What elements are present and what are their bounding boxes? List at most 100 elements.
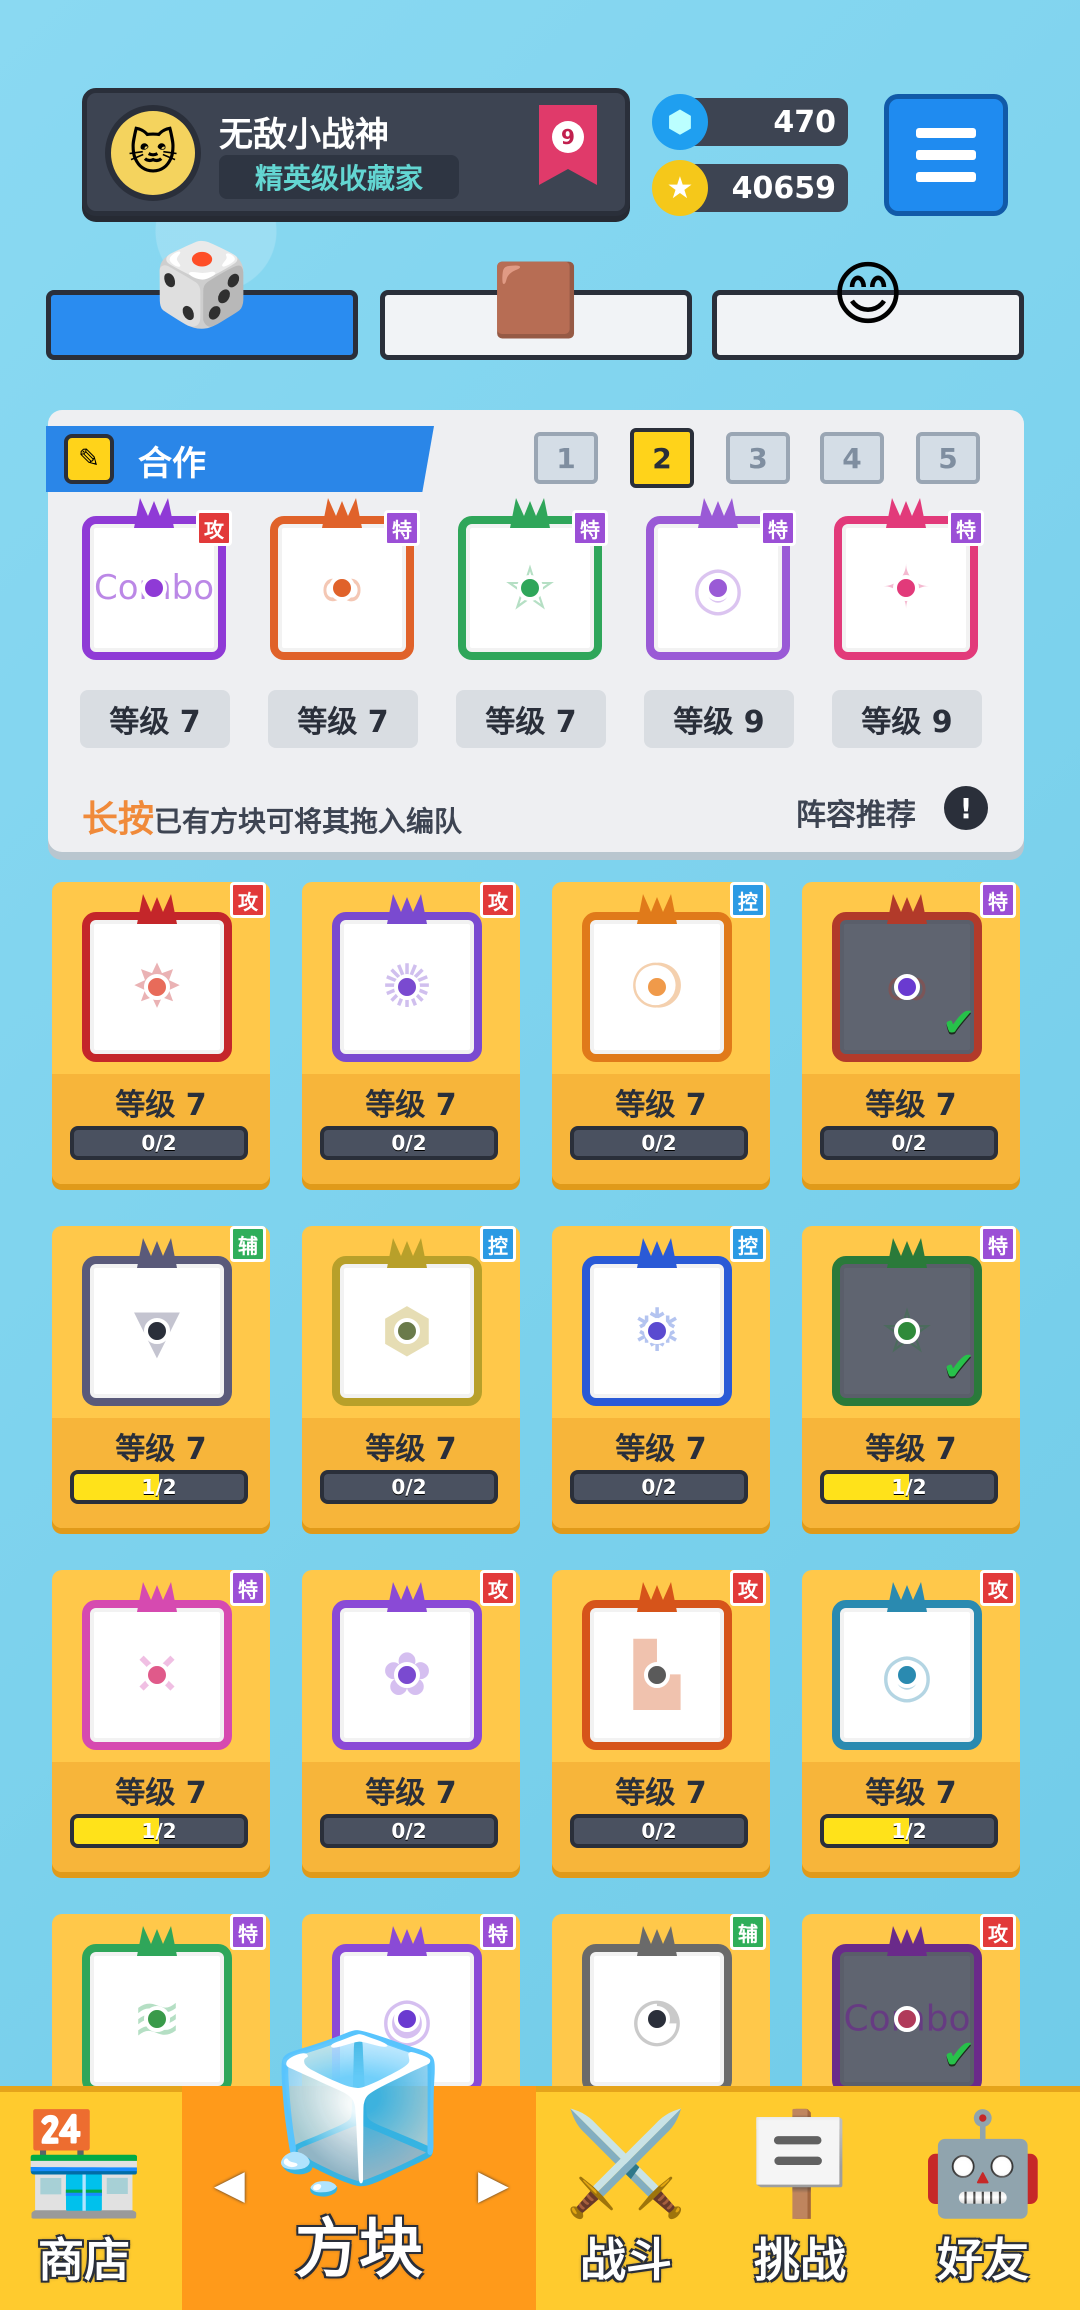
shop-icon: 🏪 [21,2105,147,2222]
dragon-crown-icon [510,498,550,528]
profile-card[interactable]: 🐱 无敌小战神 精英级收藏家 9 [82,88,630,216]
progress-text: 1/2 [141,1475,177,1499]
slot-level: 等级 9 [644,690,794,748]
progress-bar: 1/2 [70,1814,248,1848]
hint-highlight: 长按 [82,799,155,840]
deck-slot[interactable]: ⛤特 [458,498,608,660]
dice-card[interactable]: ⬢控等级 7 0/2 [302,1226,520,1528]
dice-card[interactable]: ◎攻等级 7 1/2 [802,1570,1020,1872]
slot-level: 等级 7 [268,690,418,748]
card-level: 等级 7 [115,1432,207,1467]
nav-label: 好友 [937,2233,1029,2287]
dice-pip [329,575,355,601]
card-level: 等级 7 [365,1776,457,1811]
dice-pip [894,1318,920,1344]
card-level: 等级 7 [865,1432,957,1467]
dice-card[interactable]: ✸攻等级 7 0/2 [52,882,270,1184]
left-arrow-icon[interactable]: ◀ [214,2162,245,2208]
dragon-crown-icon [637,894,677,924]
type-badge: 特 [230,1570,266,1606]
dice-card[interactable]: ✿攻等级 7 0/2 [302,1570,520,1872]
right-arrow-icon[interactable]: ▶ [478,2162,509,2208]
progress-bar: 0/2 [820,1126,998,1160]
progress-text: 1/2 [891,1475,927,1499]
dice-pip [644,1662,670,1688]
nav-battle[interactable]: ⚔️ 战斗 [540,2086,712,2310]
tab-emoji[interactable]: 😊 [712,259,1024,360]
dice-face: ▙ [582,1582,732,1750]
deck-slot[interactable]: ∞特 [270,498,420,660]
progress-bar: 1/2 [820,1814,998,1848]
dragon-crown-icon [637,1582,677,1612]
hamburger-menu-icon[interactable] [884,94,1008,216]
dice-card[interactable]: ❍控等级 7 0/2 [552,882,770,1184]
dice-card[interactable]: ∞特✔等级 70/2 [802,882,1020,1184]
dragon-crown-icon [637,1926,677,1956]
progress-text: 0/2 [641,1475,677,1499]
deck-slot[interactable]: ◎特 [646,498,796,660]
type-badge: 攻 [980,1914,1016,1950]
coin-counter[interactable]: ★ 40659 [652,160,848,216]
progress-bar: 0/2 [320,1470,498,1504]
coin-count: 40659 [731,170,836,206]
dice-pip [141,575,167,601]
drag-hint: 长按已有方块可将其拖入编队 [82,790,462,842]
pencil-icon[interactable]: ✎ [64,434,114,484]
nav-shop[interactable]: 🏪 商店 [0,2086,168,2310]
dice-card[interactable]: ✺攻等级 7 0/2 [302,882,520,1184]
dice-face: ◎ [832,1582,982,1750]
chocolate-board-icon: 🟫 [492,259,580,341]
dice-card[interactable]: ✕特等级 7 1/2 [52,1570,270,1872]
nav-challenge[interactable]: 🪧 挑战 [712,2086,888,2310]
recommend-label[interactable]: 阵容推荐 [796,790,916,834]
dice-face: ✸ [82,894,232,1062]
type-badge: 攻 [480,882,516,918]
dice-card[interactable]: ▙攻等级 7 0/2 [552,1570,770,1872]
page-button-1[interactable]: 1 [534,432,598,484]
card-level: 等级 7 [865,1776,957,1811]
dice-card[interactable]: ❄控等级 7 0/2 [552,1226,770,1528]
type-badge: 攻 [480,1570,516,1606]
nav-friends[interactable]: 🤖 好友 [886,2086,1080,2310]
card-level: 等级 7 [615,1088,707,1123]
page-button-2[interactable]: 2 [630,428,694,488]
tab-dice[interactable]: 🎲 [46,245,358,360]
info-icon[interactable]: ! [944,786,988,830]
dice-pip [705,575,731,601]
type-badge: 攻 [196,510,232,546]
cartoon-avatar-icon[interactable]: 🐱 [105,105,201,201]
progress-bar: 0/2 [570,1814,748,1848]
dice-card[interactable]: ⛤特✔等级 71/2 [802,1226,1020,1528]
dice-face: ▼ [82,1238,232,1406]
dice-card[interactable]: ▼辅等级 7 1/2 [52,1226,270,1528]
equipped-check-icon: ✔ [942,1000,976,1046]
type-badge: 控 [730,882,766,918]
dragon-crown-icon [887,894,927,924]
type-badge: 辅 [730,1914,766,1950]
progress-text: 0/2 [391,1475,427,1499]
progress-text: 1/2 [891,1819,927,1843]
tab-board[interactable]: 🟫 [380,265,692,360]
dice-pip [394,974,420,1000]
type-badge: 特 [760,510,796,546]
slot-level: 等级 7 [456,690,606,748]
progress-text: 0/2 [391,1819,427,1843]
dragon-crown-icon [387,1582,427,1612]
gem-counter[interactable]: ⬢ 470 [652,94,848,150]
dragon-crown-icon [387,894,427,924]
hint-text: 已有方块可将其拖入编队 [154,805,463,838]
progress-bar: 1/2 [820,1470,998,1504]
page-button-3[interactable]: 3 [726,432,790,484]
equipped-check-icon: ✔ [942,1344,976,1390]
dragon-crown-icon [887,1238,927,1268]
type-badge: 特 [948,510,984,546]
dragon-crown-icon [137,1926,177,1956]
dragon-crown-icon [137,894,177,924]
deck-slot[interactable]: Combo攻 [82,498,232,660]
deck-slot[interactable]: ✦特 [834,498,984,660]
rank-ribbon-icon[interactable]: 9 [539,105,597,185]
page-button-5[interactable]: 5 [916,432,980,484]
dragon-crown-icon [698,498,738,528]
gem-count: 470 [773,104,836,140]
page-button-4[interactable]: 4 [820,432,884,484]
